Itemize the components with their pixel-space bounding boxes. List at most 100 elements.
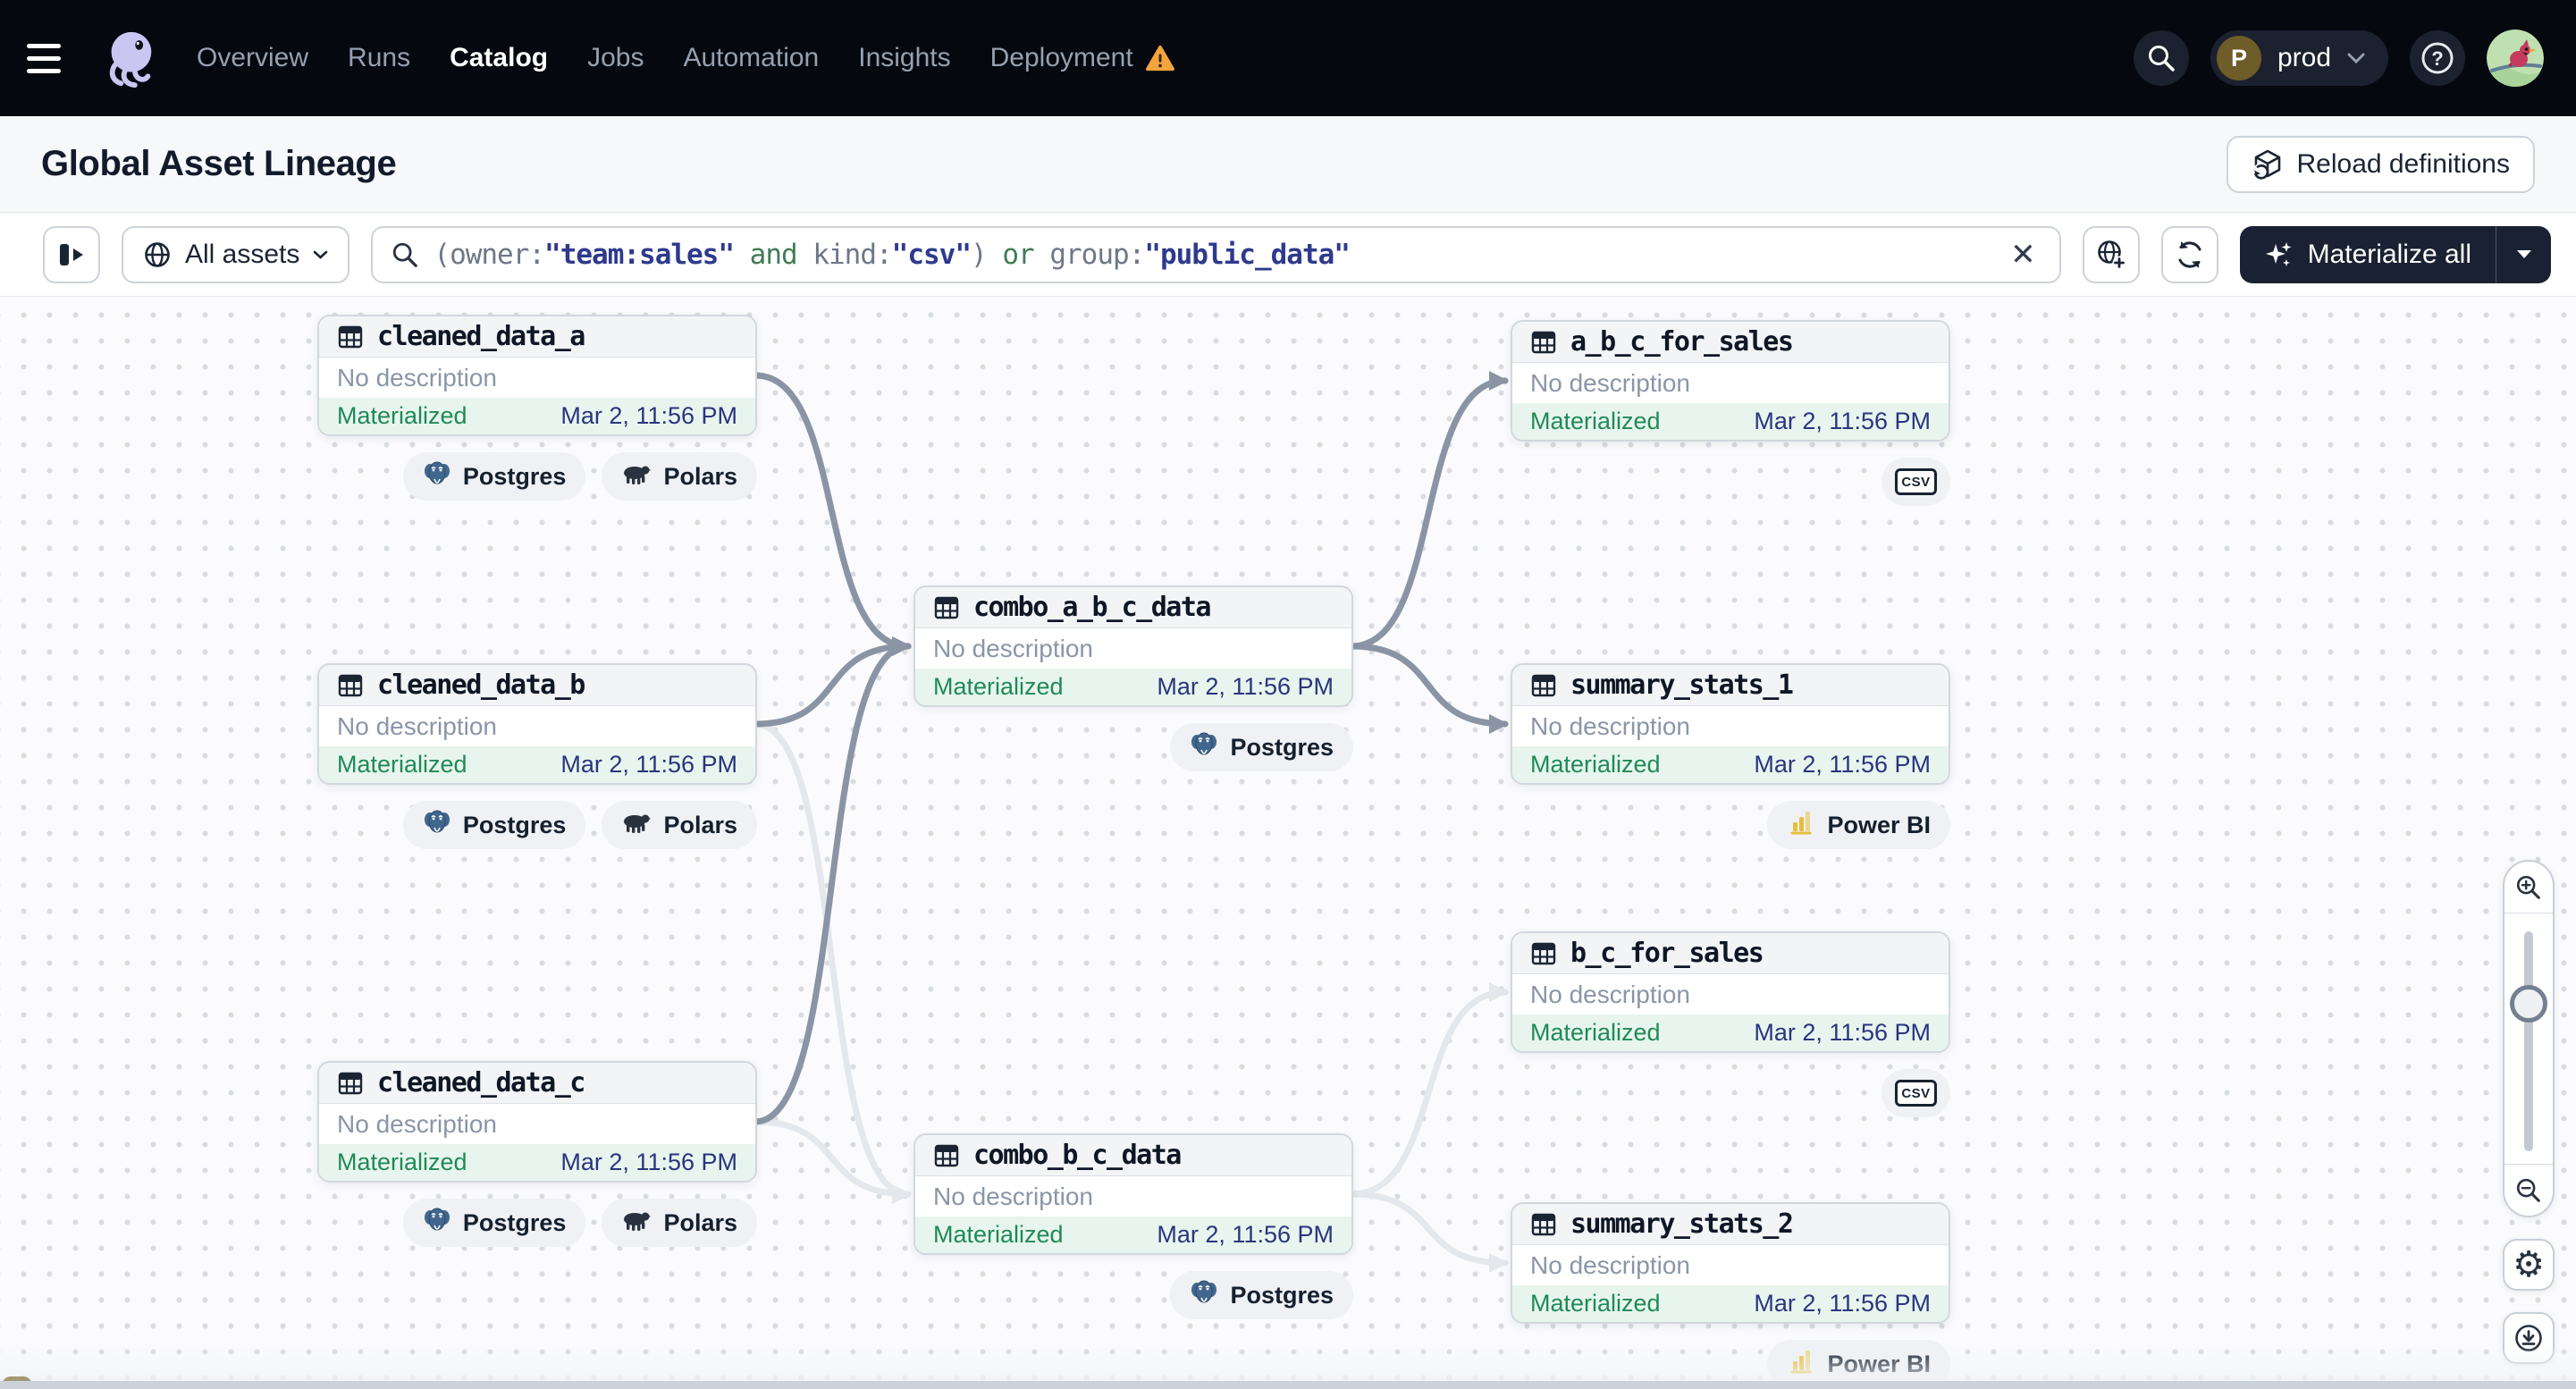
asset-status: Materialized [337,402,467,429]
zoom-slider-track[interactable] [2524,931,2533,1151]
asset-status: Materialized [337,1149,467,1175]
zoom-in-button[interactable] [2504,862,2553,913]
asset-tags-combo_a_b_c_data: Postgres [1170,723,1353,771]
asset-timestamp: Mar 2, 11:56 PM [1754,1019,1931,1046]
asset-timestamp: Mar 2, 11:56 PM [1754,408,1931,434]
asset-tags-combo_b_c_data: Postgres [1170,1271,1353,1319]
asset-tags-b_c_for_sales: CSV [1881,1069,1950,1117]
nav-item-insights[interactable]: Insights [858,43,950,73]
asset-timestamp: Mar 2, 11:56 PM [1157,673,1334,700]
materialize-options-button[interactable] [2496,225,2551,283]
filter-toolbar: All assets (owner:"team:sales" and kind:… [0,213,2576,297]
table-icon [338,325,363,348]
zoom-slider-thumb[interactable] [2510,985,2547,1023]
postgres-icon [424,461,450,484]
filter-query-text[interactable]: (owner:"team:sales" and kind:"csv") or g… [434,239,1991,271]
edge-combo_b_c_data-to-summary_stats_2 [1348,1191,1509,1273]
asset-node-cleaned_data_c[interactable]: cleaned_data_c No description Materializ… [317,1061,757,1183]
graph-settings-button[interactable]: ⚙ [2503,1239,2555,1291]
bottom-scrollbar[interactable] [0,1381,2576,1389]
kind-tag-polars[interactable]: Polars [602,801,757,849]
asset-node-summary_stats_2[interactable]: summary_stats_2 No description Materiali… [1511,1202,1950,1324]
user-avatar[interactable] [2487,29,2544,87]
nav-item-jobs[interactable]: Jobs [587,43,644,73]
asset-node-combo_a_b_c_data[interactable]: combo_a_b_c_data No description Material… [913,585,1353,707]
nav-item-catalog[interactable]: Catalog [450,43,548,73]
kind-tag-postgres[interactable]: Postgres [1170,723,1353,771]
download-image-button[interactable] [2503,1312,2555,1364]
kind-tag-csv[interactable]: CSV [1881,458,1950,506]
help-button[interactable]: ? [2410,30,2465,86]
kind-tag-polars[interactable]: Polars [602,1199,757,1247]
asset-scope-selector[interactable]: All assets [122,225,350,283]
polars-icon [624,814,652,833]
refresh-button[interactable] [2160,225,2218,283]
asset-filter-input[interactable]: (owner:"team:sales" and kind:"csv") or g… [371,225,2061,283]
asset-name: summary_stats_2 [1570,1208,1794,1240]
asset-node-b_c_for_sales[interactable]: b_c_for_sales No description Materialize… [1511,931,1950,1053]
kind-tag-postgres[interactable]: Postgres [402,1199,586,1247]
powerbi-icon [1790,1350,1812,1373]
asset-node-cleaned_data_a[interactable]: cleaned_data_a No description Materializ… [317,315,757,436]
nav-item-automation[interactable]: Automation [683,43,819,73]
asset-status: Materialized [337,751,467,778]
kind-tag-postgres[interactable]: Postgres [1170,1271,1353,1319]
asset-node-combo_b_c_data[interactable]: combo_b_c_data No description Materializ… [913,1133,1353,1255]
kind-tag-polars[interactable]: Polars [602,452,757,501]
powerbi-icon [1790,811,1812,834]
kind-tag-powerbi[interactable]: Power BI [1767,801,1950,849]
caret-down-icon [2516,250,2531,258]
asset-tags-cleaned_data_c: Postgres Polars [402,1199,757,1247]
table-icon [338,674,363,696]
nav-item-overview[interactable]: Overview [197,43,308,73]
environment-switcher[interactable]: P prod [2210,30,2388,86]
warning-icon [1145,45,1174,72]
asset-node-summary_stats_1[interactable]: summary_stats_1 No description Materiali… [1511,663,1950,785]
zoom-out-button[interactable] [2504,1164,2553,1216]
menu-icon[interactable] [27,33,77,83]
table-icon [1531,331,1556,353]
materialize-all-button[interactable]: Materialize all [2239,225,2551,283]
csv-icon: CSV [1895,468,1937,495]
dagster-logo-icon[interactable] [98,27,161,89]
asset-description: No description [933,634,1093,662]
asset-name: b_c_for_sales [1570,938,1764,969]
postgres-icon [424,1208,450,1230]
polars-icon [624,1212,652,1231]
kind-tag-postgres[interactable]: Postgres [402,801,586,849]
chevron-down-icon [314,250,328,259]
asset-tags-a_b_c_for_sales: CSV [1881,458,1950,506]
environment-name: prod [2277,43,2331,72]
asset-node-cleaned_data_b[interactable]: cleaned_data_b No description Materializ… [317,663,757,785]
refresh-icon [2178,240,2201,268]
edge-cleaned_data_c-to-combo_a_b_c_data [752,636,912,1125]
add-scope-button[interactable] [2082,225,2140,283]
asset-status: Materialized [933,673,1064,700]
asset-timestamp: Mar 2, 11:56 PM [1754,751,1931,778]
zoom-slider-group [2503,860,2555,1217]
globe-icon [145,241,170,267]
edge-combo_a_b_c_data-to-summary_stats_1 [1348,643,1509,734]
open-sidebar-button[interactable] [43,225,100,283]
nav-item-runs[interactable]: Runs [348,43,410,73]
page-title: Global Asset Lineage [41,144,397,183]
clear-filter-icon[interactable]: ✕ [2005,240,2041,270]
asset-name: cleaned_data_a [377,321,585,352]
asset-node-a_b_c_for_sales[interactable]: a_b_c_for_sales No description Materiali… [1511,320,1950,442]
sparkle-icon [2265,241,2292,266]
asset-description: No description [337,363,497,391]
asset-timestamp: Mar 2, 11:56 PM [560,751,737,778]
kind-tag-postgres[interactable]: Postgres [402,452,586,501]
reload-definitions-button[interactable]: Reload definitions [2226,135,2535,193]
environment-initial: P [2216,36,2261,80]
nav-item-deployment[interactable]: Deployment [990,43,1174,73]
search-button[interactable] [2133,30,2189,86]
chevron-down-icon [2347,53,2365,63]
zoom-in-icon [2516,875,2540,899]
asset-status: Materialized [1530,751,1661,778]
asset-description: No description [1530,711,1690,740]
table-icon [338,1072,363,1094]
lineage-canvas[interactable]: cleaned_data_a No description Materializ… [0,297,2576,1389]
kind-tag-csv[interactable]: CSV [1881,1069,1950,1117]
svg-text:?: ? [2431,47,2443,70]
